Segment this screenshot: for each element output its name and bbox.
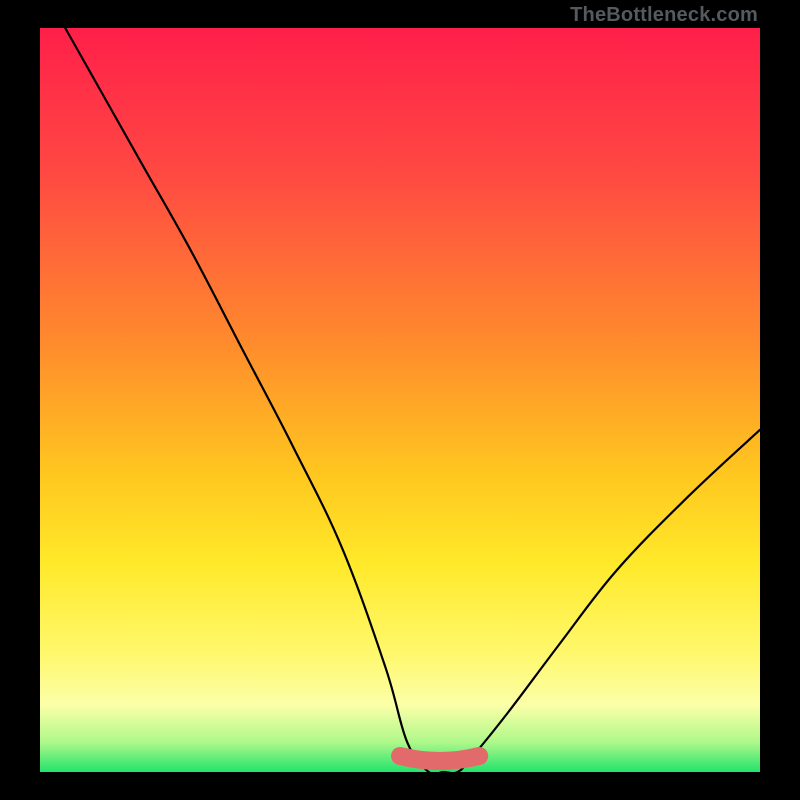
bottleneck-curve: [40, 28, 760, 772]
bottleneck-curve-svg: [40, 28, 760, 772]
attribution-label: TheBottleneck.com: [570, 4, 758, 27]
plot-area: [40, 28, 760, 772]
chart-frame: TheBottleneck.com: [0, 0, 800, 800]
near-zero-band: [400, 756, 479, 761]
